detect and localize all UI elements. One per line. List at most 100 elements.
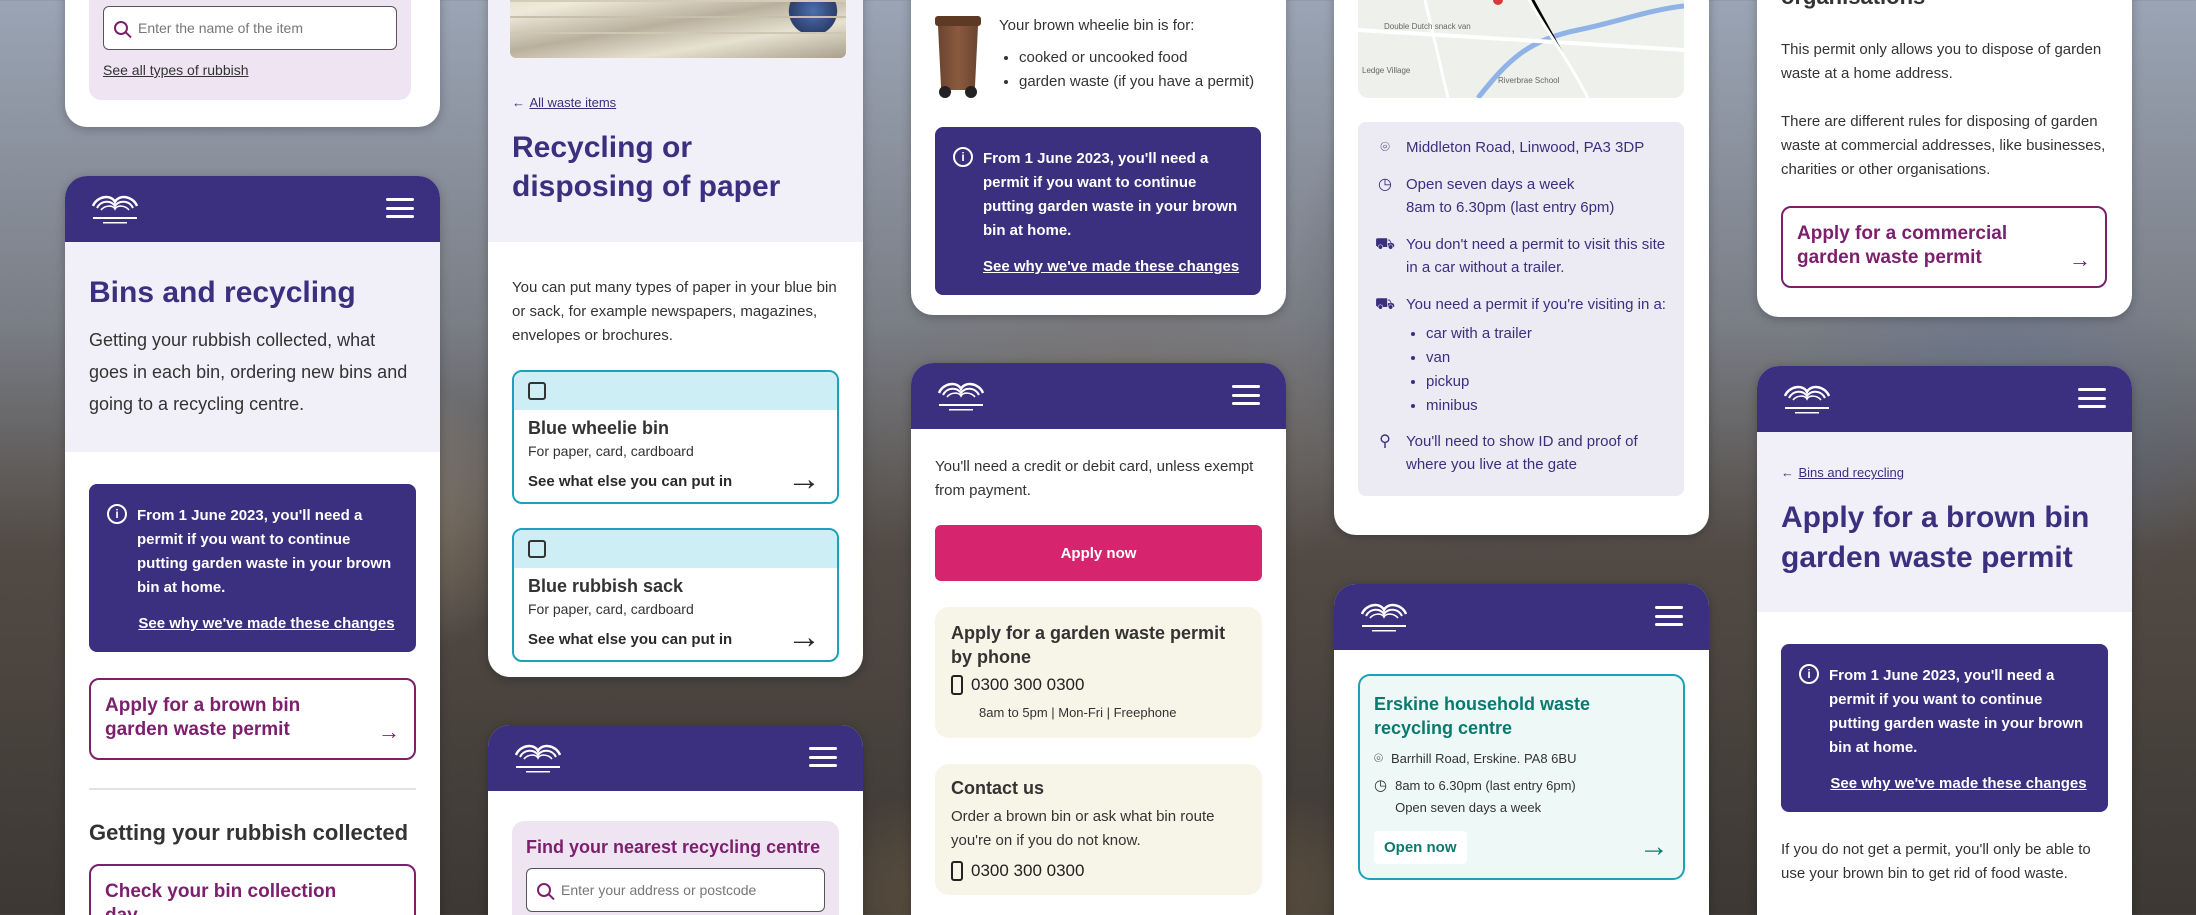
section-heading: Getting your rubbish collected (89, 820, 409, 845)
recycling-centre-details-card: Double Dutch snack van Riverbrae School … (1334, 0, 1709, 535)
centre-title: Erskine household waste recycling centre (1374, 694, 1591, 738)
contact-number[interactable]: 0300 300 0300 (971, 861, 1084, 881)
apply-commercial-permit-button[interactable]: Apply for a commercial garden waste perm… (1781, 206, 2107, 288)
car-row: ⛟ You don't need a permit to visit this … (1374, 233, 1668, 279)
commercial-rules: There are different rules for disposing … (1781, 113, 2106, 178)
info-icon: i (953, 147, 973, 167)
arrow-right-icon: → (2069, 247, 2091, 272)
breadcrumb-all-waste[interactable]: All waste items (529, 95, 616, 110)
menu-icon[interactable] (1232, 385, 1260, 405)
site-header (65, 176, 440, 242)
arrow-right-icon: → (378, 719, 400, 744)
map-label: Riverbrae School (1498, 76, 1560, 85)
phone-apply-panel: Apply for a garden waste permit by phone… (935, 607, 1262, 738)
centre-address: Barrhill Road, Erskine. PA8 6BU (1391, 751, 1577, 766)
site-header (488, 725, 863, 791)
contact-text: Order a brown bin or ask what bin route … (951, 808, 1215, 849)
truck-icon: ⛟ (1374, 295, 1396, 313)
page-intro: Getting your rubbish collected, what goe… (89, 330, 408, 414)
apply-now-button[interactable]: Apply now (935, 525, 1262, 581)
menu-icon[interactable] (386, 198, 414, 218)
info-icon: i (1799, 664, 1819, 684)
apply-now-label: Apply now (1060, 544, 1137, 562)
location-pin-icon: ⌾ (1380, 138, 1390, 156)
arrow-right-icon: → (378, 906, 400, 915)
permit-scope: This permit only allows you to dispose o… (1781, 41, 2102, 82)
council-logo[interactable] (1356, 598, 1412, 636)
council-logo[interactable] (510, 739, 566, 777)
find-centre-heading: Find your nearest recycling centre (526, 837, 821, 857)
list-item: car with a trailer (1426, 322, 1668, 346)
phone-number[interactable]: 0300 300 0300 (971, 675, 1084, 695)
rubbish-search-input[interactable]: Enter the name of the item (103, 6, 397, 50)
commercial-button-label: Apply for a commercial garden waste perm… (1797, 223, 2008, 268)
menu-icon[interactable] (809, 747, 837, 767)
section-heading-partial: organisations (1781, 0, 1925, 10)
bin-link: See what else you can put in (528, 473, 733, 490)
list-item: cooked or uncooked food (1019, 46, 1269, 70)
map-label: Ledge Village (1362, 66, 1411, 75)
permit-notice: i From 1 June 2023, you'll need a permit… (935, 127, 1261, 295)
blue-rubbish-sack-card[interactable]: Blue rubbish sack For paper, card, cardb… (512, 528, 839, 662)
info-icon: i (107, 504, 127, 524)
location-pin-icon: ⌾ (1374, 750, 1384, 767)
site-header (1334, 584, 1709, 650)
centre-days: Open seven days a week (1395, 800, 1542, 815)
clock-icon: ◷ (1374, 777, 1388, 794)
centre-hours: 8am to 6.30pm (last entry 6pm) (1395, 778, 1576, 793)
apply-brown-bin-button[interactable]: Apply for a brown bin garden waste permi… (89, 678, 416, 760)
search-icon (114, 21, 132, 39)
check-collection-day-button[interactable]: Check your bin collection day → (89, 864, 416, 915)
bins-and-recycling-card: Bins and recycling Getting your rubbish … (65, 176, 440, 915)
arrow-right-icon: → (787, 618, 821, 656)
bin-title: Blue wheelie bin (528, 418, 670, 438)
notice-link[interactable]: See why we've made these changes (137, 612, 396, 636)
rubbish-search-card: Enter the name of the item See all types… (65, 0, 440, 127)
car-icon: ⛟ (1374, 235, 1396, 253)
calendar-icon (528, 540, 546, 558)
vehicle-list: car with a trailer van pickup minibus (1406, 322, 1668, 418)
blue-wheelie-bin-card[interactable]: Blue wheelie bin For paper, card, cardbo… (512, 370, 839, 504)
notice-text: From 1 June 2023, you'll need a permit i… (137, 507, 392, 596)
notice-link[interactable]: See why we've made these changes (983, 255, 1241, 279)
council-logo[interactable] (933, 377, 989, 415)
site-header (911, 363, 1286, 429)
permit-notice: i From 1 June 2023, you'll need a permit… (89, 484, 416, 652)
payment-intro: You'll need a credit or debit card, unle… (935, 458, 1254, 499)
menu-icon[interactable] (1655, 606, 1683, 626)
council-logo[interactable] (1779, 380, 1835, 418)
arrow-right-icon: → (1639, 830, 1669, 863)
back-arrow-icon: ← (512, 95, 525, 110)
page-title: Bins and recycling (89, 276, 356, 309)
person-icon: ⚲ (1379, 432, 1391, 450)
divider (89, 788, 416, 790)
brown-bin-info-card: Your brown wheelie bin is for: cooked or… (911, 0, 1286, 315)
hours-time: 8am to 6.30pm (last entry 6pm) (1406, 199, 1615, 216)
search-placeholder: Enter the name of the item (138, 20, 303, 36)
see-all-types-link[interactable]: See all types of rubbish (103, 62, 249, 78)
id-row: ⚲ You'll need to show ID and proof of wh… (1374, 430, 1668, 476)
erskine-centre-link[interactable]: Erskine household waste recycling centre… (1358, 674, 1685, 880)
brown-bin-list: cooked or uncooked food garden waste (if… (999, 46, 1269, 94)
centre-address: Middleton Road, Linwood, PA3 3DP (1406, 139, 1645, 156)
menu-icon[interactable] (2078, 388, 2106, 408)
list-item: pickup (1426, 370, 1668, 394)
notice-link[interactable]: See why we've made these changes (1829, 772, 2088, 796)
apply-permit-card: You'll need a credit or debit card, unle… (911, 363, 1286, 915)
location-map[interactable]: Double Dutch snack van Riverbrae School … (1358, 0, 1684, 98)
brown-wheelie-bin-image (935, 16, 981, 98)
contact-heading: Contact us (951, 778, 1045, 798)
clock-icon: ◷ (1378, 175, 1392, 193)
address-search-input[interactable]: Enter your address or postcode (526, 868, 825, 912)
bin-link: See what else you can put in (528, 631, 733, 648)
phone-hours: 8am to 5pm | Mon-Fri | Freephone (979, 705, 1177, 720)
permit-notice: i From 1 June 2023, you'll need a permit… (1781, 644, 2108, 812)
paper-recycling-card: ← All waste items Recycling or disposing… (488, 0, 863, 677)
council-logo[interactable] (87, 190, 143, 228)
brown-bin-lead: Your brown wheelie bin is for: (999, 17, 1195, 34)
hours-days: Open seven days a week (1406, 176, 1575, 193)
notice-text: From 1 June 2023, you'll need a permit i… (1829, 667, 2084, 756)
permit-row: ⛟ You need a permit if you're visiting i… (1374, 293, 1668, 316)
bin-title: Blue rubbish sack (528, 576, 684, 596)
breadcrumb-bins[interactable]: Bins and recycling (1798, 465, 1904, 480)
